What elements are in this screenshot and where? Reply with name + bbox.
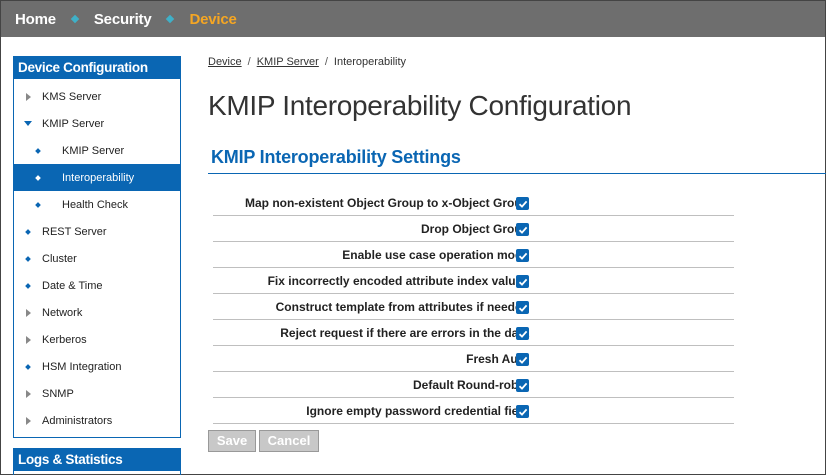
cancel-button[interactable]: Cancel <box>259 430 319 452</box>
sidebar-subitem-interoperability[interactable]: Interoperability <box>14 164 180 191</box>
sidebar-header[interactable]: Logs & Statistics <box>14 449 180 471</box>
breadcrumb: Device / KMIP Server / Interoperability <box>208 56 406 68</box>
checkmark-icon <box>518 252 527 260</box>
setting-label: Map non-existent Object Group to x-Objec… <box>244 195 529 210</box>
setting-row: Default Round-robin <box>213 372 734 398</box>
sidebar-item-kms-server[interactable]: KMS Server <box>14 83 180 110</box>
sidebar-subitem-kmip-server[interactable]: KMIP Server <box>14 137 180 164</box>
nav-security-link[interactable]: Security <box>94 11 152 28</box>
sidebar-item-label: Network <box>42 306 83 319</box>
checkmark-icon <box>518 200 527 208</box>
sidebar-item-label: Interoperability <box>62 171 135 184</box>
form-buttons: Save Cancel <box>208 430 319 452</box>
sidebar-item-label: Administrators <box>42 414 113 427</box>
bullet-diamond-icon <box>25 282 31 289</box>
setting-checkbox[interactable] <box>516 223 529 236</box>
sidebar-item-hsm-integration[interactable]: HSM Integration <box>14 353 180 380</box>
setting-label: Reject request if there are errors in th… <box>280 325 529 340</box>
sidebar-item-label: Cluster <box>42 252 77 265</box>
sidebar-item-label: KMIP Server <box>62 144 125 157</box>
setting-checkbox[interactable] <box>516 353 529 366</box>
collapse-arrow-icon[interactable] <box>24 121 32 126</box>
setting-label: Construct template from attributes if ne… <box>275 299 529 314</box>
bullet-diamond-icon <box>25 255 31 262</box>
nav-home-link[interactable]: Home <box>15 11 56 28</box>
sidebar-item-administrators[interactable]: Administrators <box>14 407 180 434</box>
setting-checkbox[interactable] <box>516 379 529 392</box>
checkmark-icon <box>518 382 527 390</box>
sidebar-item-kmip-server[interactable]: KMIP Server <box>14 110 180 137</box>
expand-arrow-icon[interactable] <box>25 308 31 317</box>
save-button[interactable]: Save <box>208 430 256 452</box>
checkmark-icon <box>518 304 527 312</box>
setting-row: Construct template from attributes if ne… <box>213 294 734 320</box>
sidebar-item-label: KMS Server <box>42 90 102 103</box>
setting-row: Fix incorrectly encoded attribute index … <box>213 268 734 294</box>
expand-arrow-icon[interactable] <box>25 335 31 344</box>
breadcrumb-separator: / <box>247 56 251 68</box>
setting-label: Ignore empty password credential field <box>306 403 529 418</box>
bullet-diamond-icon <box>25 228 31 235</box>
nav-device-link[interactable]: Device <box>189 11 236 28</box>
nav-separator-icon <box>70 14 80 24</box>
breadcrumb-device-link[interactable]: Device <box>208 56 242 68</box>
bullet-diamond-icon <box>25 363 31 370</box>
checkmark-icon <box>518 356 527 364</box>
setting-checkbox[interactable] <box>516 405 529 418</box>
expand-arrow-icon[interactable] <box>25 389 31 398</box>
checkmark-icon <box>518 330 527 338</box>
setting-row: Reject request if there are errors in th… <box>213 320 734 346</box>
sidebar-device-configuration: Device Configuration KMS Server KMIP Ser… <box>13 56 181 438</box>
sidebar-logs-statistics: Logs & Statistics <box>13 448 181 475</box>
sidebar-item-label: Date & Time <box>42 279 103 292</box>
sidebar-item-cluster[interactable]: Cluster <box>14 245 180 272</box>
sidebar-header: Device Configuration <box>14 57 180 79</box>
section-title: KMIP Interoperability Settings <box>211 147 461 167</box>
section-divider <box>208 173 826 174</box>
sidebar-item-label: REST Server <box>42 225 107 238</box>
checkmark-icon <box>518 278 527 286</box>
setting-checkbox[interactable] <box>516 275 529 288</box>
expand-arrow-icon[interactable] <box>25 92 31 101</box>
setting-label: Drop Object Group <box>421 221 529 236</box>
checkmark-icon <box>518 408 527 416</box>
bullet-diamond-icon <box>35 201 41 208</box>
setting-row: Drop Object Group <box>213 216 734 242</box>
setting-label: Fix incorrectly encoded attribute index … <box>267 273 529 288</box>
setting-checkbox[interactable] <box>516 249 529 262</box>
setting-label: Enable use case operation mode <box>342 247 529 262</box>
bullet-diamond-icon <box>35 174 41 181</box>
sidebar-item-label: HSM Integration <box>42 360 122 373</box>
sidebar-item-snmp[interactable]: SNMP <box>14 380 180 407</box>
setting-checkbox[interactable] <box>516 327 529 340</box>
settings-list: Map non-existent Object Group to x-Objec… <box>213 190 734 424</box>
setting-row: Fresh Auto <box>213 346 734 372</box>
sidebar-item-label: KMIP Server <box>42 117 105 130</box>
top-navigation: Home Security Device <box>1 1 825 37</box>
setting-label: Default Round-robin <box>413 377 529 392</box>
sidebar-item-label: Kerberos <box>42 333 87 346</box>
sidebar-item-label: Health Check <box>62 198 129 211</box>
sidebar-subitem-health-check[interactable]: Health Check <box>14 191 180 218</box>
sidebar-item-date-time[interactable]: Date & Time <box>14 272 180 299</box>
sidebar-item-label: SNMP <box>42 387 74 400</box>
checkmark-icon <box>518 226 527 234</box>
bullet-diamond-icon <box>35 147 41 154</box>
sidebar-item-network[interactable]: Network <box>14 299 180 326</box>
page-title: KMIP Interoperability Configuration <box>208 90 632 121</box>
sidebar-item-kerberos[interactable]: Kerberos <box>14 326 180 353</box>
setting-row: Map non-existent Object Group to x-Objec… <box>213 190 734 216</box>
setting-row: Enable use case operation mode <box>213 242 734 268</box>
setting-row: Ignore empty password credential field <box>213 398 734 424</box>
setting-checkbox[interactable] <box>516 301 529 314</box>
sidebar-item-rest-server[interactable]: REST Server <box>14 218 180 245</box>
expand-arrow-icon[interactable] <box>25 416 31 425</box>
nav-separator-icon <box>166 14 175 24</box>
breadcrumb-separator: / <box>324 56 328 68</box>
setting-checkbox[interactable] <box>516 197 529 210</box>
breadcrumb-current: Interoperability <box>333 56 407 68</box>
breadcrumb-kmip-server-link[interactable]: KMIP Server <box>257 56 319 68</box>
